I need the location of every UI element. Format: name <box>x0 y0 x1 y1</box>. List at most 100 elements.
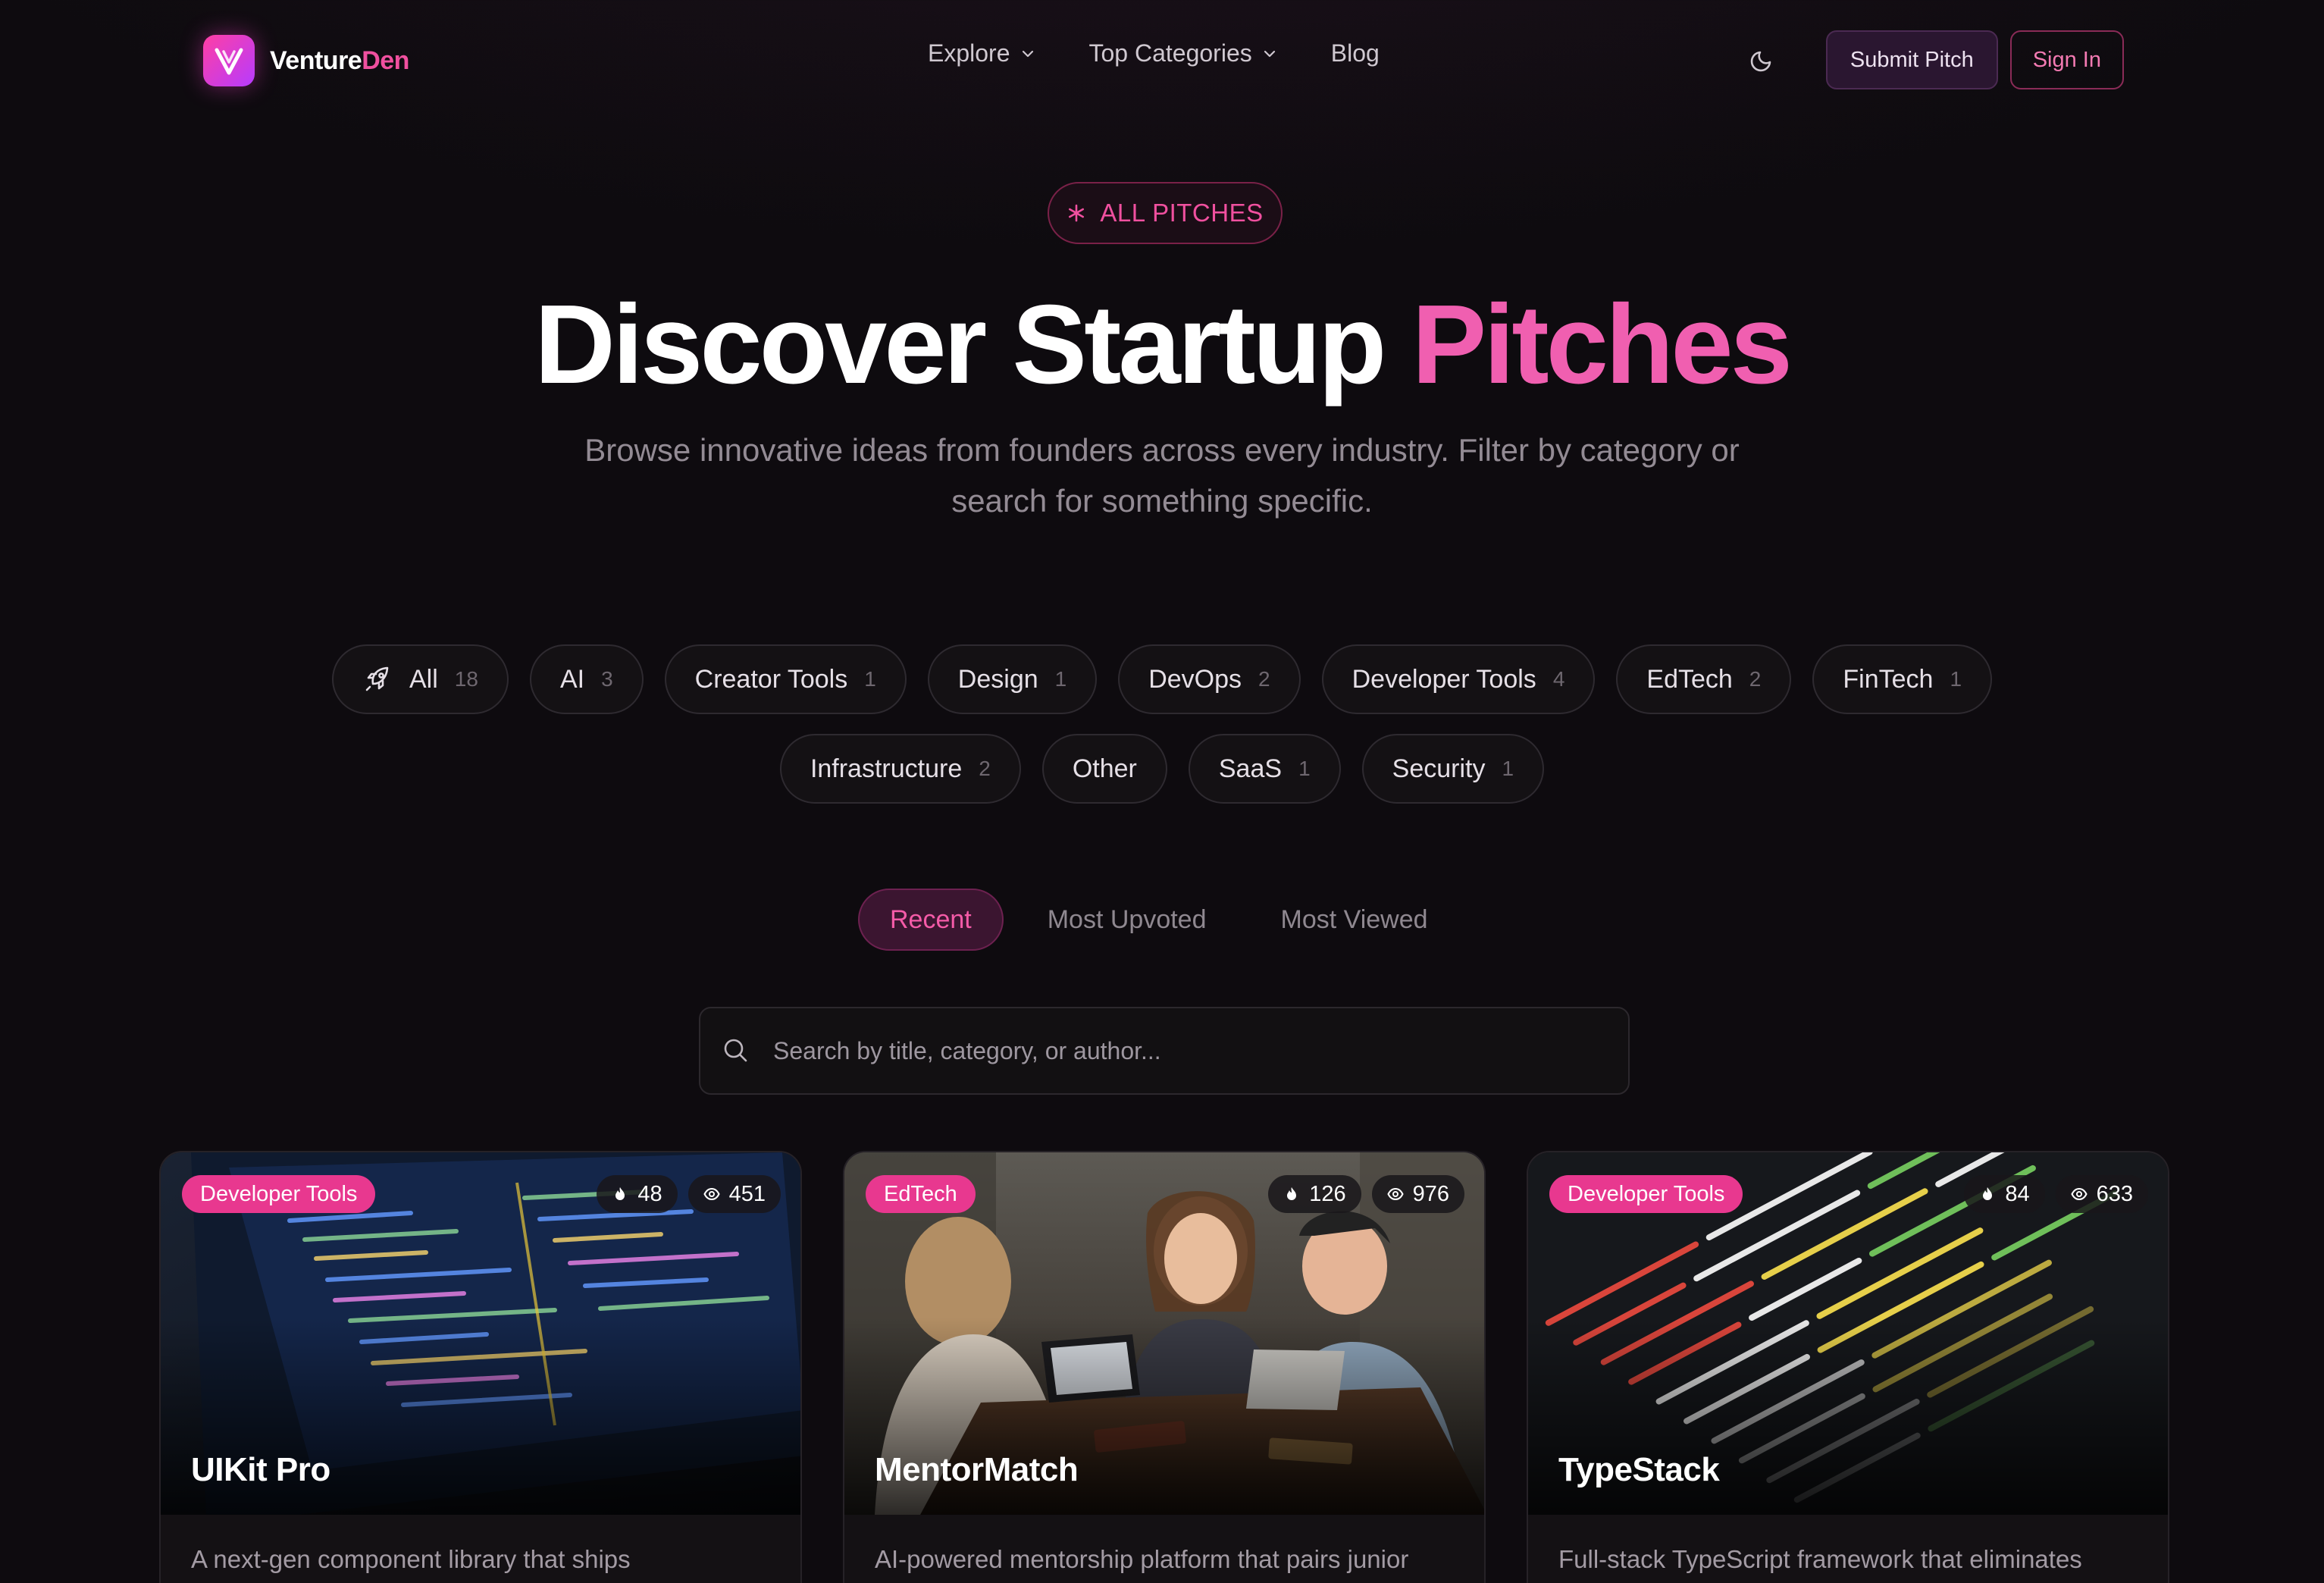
views-count: 451 <box>728 1181 766 1206</box>
eye-icon <box>2070 1187 2088 1201</box>
chevron-down-icon <box>1264 50 1275 57</box>
views-count: 976 <box>1412 1181 1449 1206</box>
chip-count: 3 <box>601 667 613 691</box>
card-stats: 84 633 <box>1964 1175 2148 1213</box>
card-title: TypeStack <box>1558 1451 1720 1488</box>
submit-pitch-button[interactable]: Submit Pitch <box>1825 30 1998 89</box>
category-chip-all[interactable]: All 18 <box>331 644 509 714</box>
views-stat: 451 <box>687 1175 781 1213</box>
chip-count: 1 <box>1054 667 1067 691</box>
chip-label: Security <box>1392 754 1486 783</box>
tab-most-upvoted[interactable]: Most Upvoted <box>1017 889 1237 951</box>
chip-label: Creator Tools <box>694 664 848 694</box>
eye-icon <box>1386 1187 1404 1201</box>
nav-blog[interactable]: Blog <box>1331 39 1380 67</box>
tab-recent[interactable]: Recent <box>858 889 1004 951</box>
nav-blog-label: Blog <box>1330 39 1380 67</box>
chip-count: 2 <box>1749 667 1762 691</box>
nav-top-categories-label: Top Categories <box>1088 39 1252 67</box>
sign-in-button[interactable]: Sign In <box>2009 30 2124 89</box>
search-box <box>699 1007 1630 1095</box>
chip-label: All <box>409 664 438 694</box>
flame-icon <box>1983 1187 1993 1200</box>
card-category-tag[interactable]: EdTech <box>866 1175 976 1213</box>
badge-label: ALL PITCHES <box>1100 199 1264 227</box>
chip-label: Developer Tools <box>1351 664 1536 694</box>
upvote-count: 126 <box>1309 1181 1346 1206</box>
chip-label: Other <box>1072 754 1137 783</box>
chip-count: 1 <box>1950 667 1962 691</box>
chevron-down-icon <box>1022 50 1033 57</box>
chip-label: SaaS <box>1218 754 1283 783</box>
brand-name: VentureDen <box>270 45 409 75</box>
pitch-card-uikit-pro[interactable]: Developer Tools 48 451 UIKit Pro A next-… <box>159 1151 802 1583</box>
category-chip-infrastructure[interactable]: Infrastructure 2 <box>779 734 1021 804</box>
chip-label: DevOps <box>1148 664 1242 694</box>
views-stat: 976 <box>1371 1175 1464 1213</box>
sparkle-icon <box>1069 204 1085 222</box>
upvote-count: 84 <box>2005 1181 2030 1206</box>
upvote-stat[interactable]: 84 <box>1964 1175 2045 1213</box>
card-description: A next-gen component library that ships <box>191 1545 631 1573</box>
search-icon <box>724 1039 747 1062</box>
upvote-count: 48 <box>637 1181 662 1206</box>
card-stats: 126 976 <box>1268 1175 1464 1213</box>
chip-count: 1 <box>1502 757 1514 780</box>
logo-mark-icon <box>203 35 255 86</box>
theme-toggle-button[interactable] <box>1734 31 1791 89</box>
nav-links: Explore Top Categories Blog <box>928 39 1433 67</box>
sort-tabs: Recent Most Upvoted Most Viewed <box>858 889 1472 951</box>
chip-label: FinTech <box>1843 664 1934 694</box>
nav-actions: Submit Pitch Sign In <box>1734 30 2124 89</box>
pitch-card-mentormatch[interactable]: EdTech 126 976 MentorMatch AI-powered me… <box>843 1151 1486 1583</box>
all-pitches-badge: ALL PITCHES <box>1048 182 1283 244</box>
nav-top-categories[interactable]: Top Categories <box>1089 39 1278 67</box>
category-chip-developer-tools[interactable]: Developer Tools 4 <box>1321 644 1596 714</box>
card-category-tag[interactable]: Developer Tools <box>182 1175 376 1213</box>
flame-icon <box>1287 1187 1297 1200</box>
eye-icon <box>703 1187 720 1201</box>
nav-explore-label: Explore <box>928 39 1010 67</box>
views-stat: 633 <box>2055 1175 2148 1213</box>
category-filters-row-2: Infrastructure 2 Other SaaS 1 Security 1 <box>0 734 2324 804</box>
card-stats: 48 451 <box>597 1175 781 1213</box>
pitch-card-typestack[interactable]: Developer Tools 84 633 TypeStack Full-st… <box>1527 1151 2169 1583</box>
chip-label: Infrastructure <box>810 754 963 783</box>
page-title: Discover Startup Pitches <box>534 282 1793 407</box>
rocket-icon <box>365 666 389 691</box>
category-chip-design[interactable]: Design 1 <box>927 644 1098 714</box>
card-description: AI-powered mentorship platform that pair… <box>875 1545 1409 1573</box>
chip-label: Design <box>957 664 1038 694</box>
chip-count: 1 <box>864 667 876 691</box>
category-chip-creator-tools[interactable]: Creator Tools 1 <box>664 644 907 714</box>
moon-icon <box>1750 51 1771 72</box>
category-chip-devops[interactable]: DevOps 2 <box>1118 644 1301 714</box>
upvote-stat[interactable]: 126 <box>1268 1175 1361 1213</box>
chip-label: AI <box>559 664 585 694</box>
views-count: 633 <box>2096 1181 2133 1206</box>
page-subtitle: Browse innovative ideas from founders ac… <box>584 432 1740 519</box>
card-category-tag[interactable]: Developer Tools <box>1549 1175 1743 1213</box>
flame-icon <box>615 1187 625 1200</box>
chip-label: EdTech <box>1646 664 1733 694</box>
category-chip-saas[interactable]: SaaS 1 <box>1188 734 1341 804</box>
brand-logo[interactable]: VentureDen <box>203 35 409 86</box>
category-chip-other[interactable]: Other <box>1041 734 1167 804</box>
card-title: UIKit Pro <box>191 1451 330 1488</box>
chip-count: 18 <box>454 667 478 691</box>
search-input[interactable] <box>773 1036 1628 1065</box>
chip-count: 2 <box>1258 667 1270 691</box>
top-navbar: VentureDen Explore Top Categories Blog S… <box>0 0 2324 121</box>
category-chip-edtech[interactable]: EdTech 2 <box>1616 644 1792 714</box>
category-filters-row-1: All 18 AI 3 Creator Tools 1 Design 1 Dev… <box>0 644 2324 714</box>
category-chip-security[interactable]: Security 1 <box>1361 734 1545 804</box>
category-chip-fintech[interactable]: FinTech 1 <box>1812 644 1993 714</box>
nav-explore[interactable]: Explore <box>928 39 1036 67</box>
card-description: Full-stack TypeScript framework that eli… <box>1558 1545 2082 1573</box>
chip-count: 2 <box>979 757 991 780</box>
chip-count: 4 <box>1552 667 1565 691</box>
category-chip-ai[interactable]: AI 3 <box>529 644 644 714</box>
chip-count: 1 <box>1298 757 1311 780</box>
tab-most-viewed[interactable]: Most Viewed <box>1251 889 1458 951</box>
upvote-stat[interactable]: 48 <box>597 1175 678 1213</box>
